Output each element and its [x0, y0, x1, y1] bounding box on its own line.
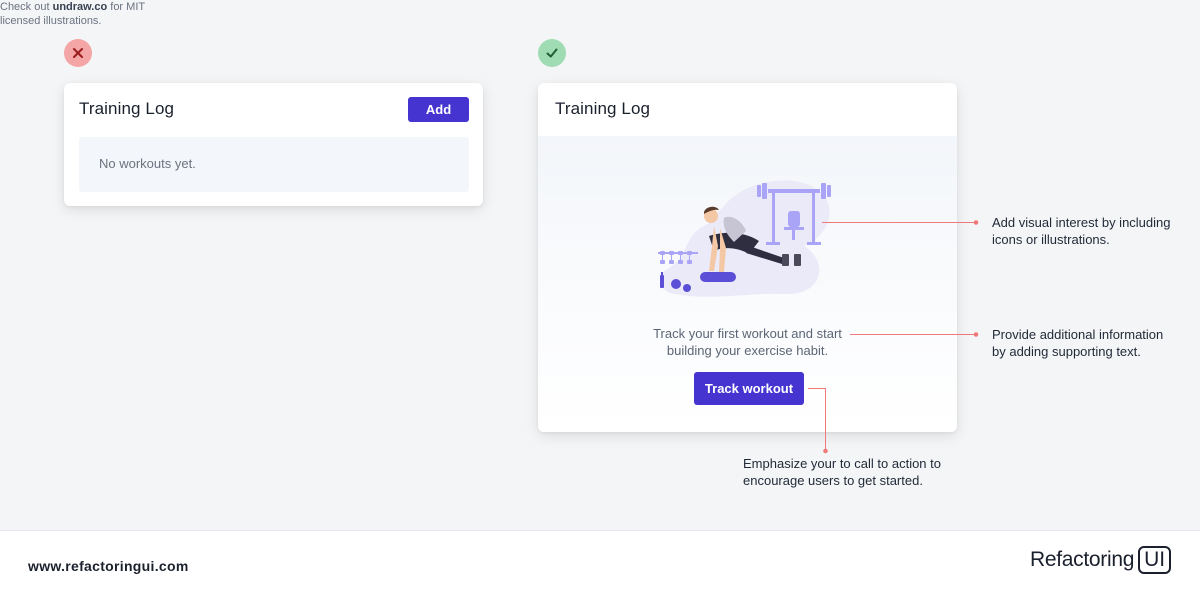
track-workout-button[interactable]: Track workout [694, 372, 804, 405]
card-title: Training Log [79, 99, 175, 118]
good-example-icon [538, 39, 566, 67]
add-button[interactable]: Add [408, 97, 469, 122]
text-annotation: Provide additional information by adding… [992, 327, 1164, 359]
footer: www.refactoringui.com Refactoring UI [0, 530, 1200, 600]
bad-example-icon [64, 39, 92, 67]
supporting-text: Track your first workout and start build… [653, 326, 842, 358]
card-title: Training Log [555, 99, 651, 118]
cta-annotation: Emphasize your to call to action to enco… [743, 456, 941, 488]
checkmark-icon [546, 48, 558, 58]
empty-state: No workouts yet. [79, 137, 469, 192]
workout-illustration [658, 180, 831, 297]
refactoring-ui-logo: Refactoring UI [1030, 546, 1172, 574]
x-icon [73, 48, 83, 58]
empty-state: Track your first workout and start build… [538, 136, 957, 432]
illustration-annotation: Add visual interest by including icons o… [992, 215, 1171, 247]
footer-url-link[interactable]: www.refactoringui.com [28, 558, 189, 574]
bad-example-card: Training Log Add No workouts yet. [64, 83, 483, 206]
empty-state-text: No workouts yet. [99, 156, 196, 171]
undraw-link[interactable]: undraw.co [53, 1, 108, 13]
undraw-hint: Check out undraw.co for MIT licensed ill… [0, 1, 146, 27]
good-example-card: Training Log Track your first workout an… [538, 83, 957, 432]
